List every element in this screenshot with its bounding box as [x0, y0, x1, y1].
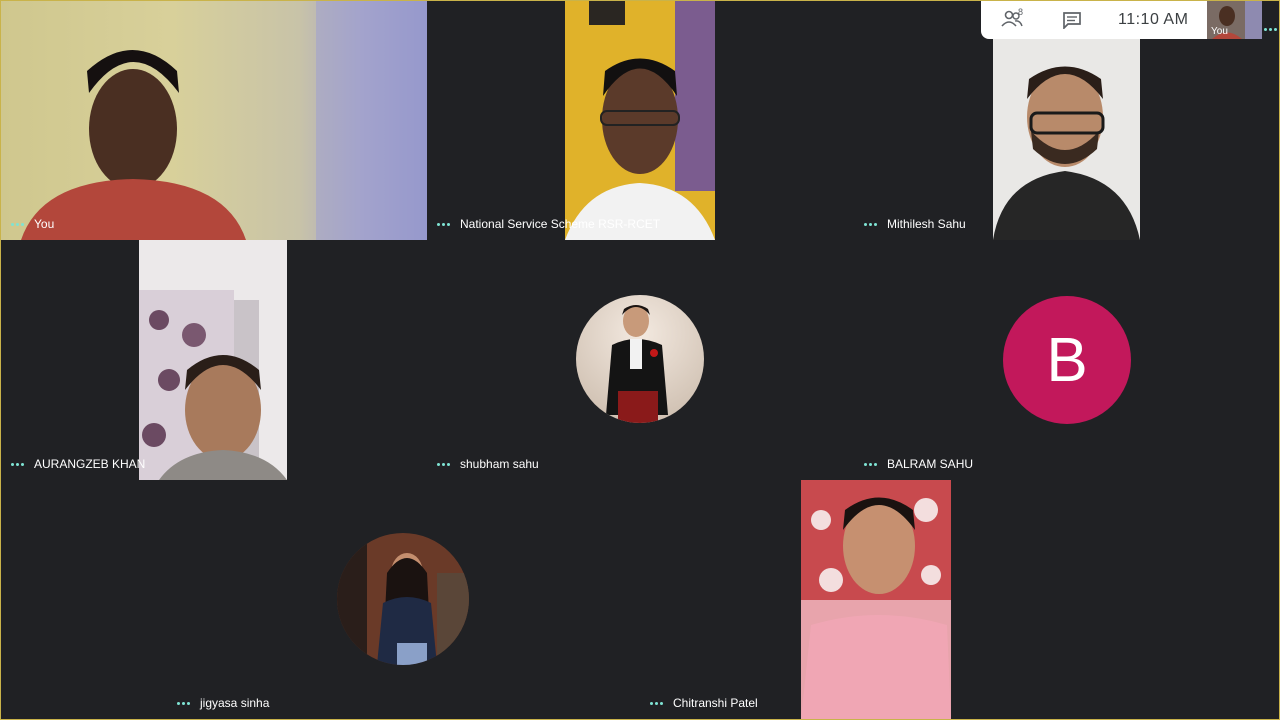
more-options-icon[interactable] — [11, 462, 24, 466]
person-silhouette — [21, 1, 427, 240]
avatar-photo — [337, 533, 469, 665]
participant-label: shubham sahu — [437, 457, 539, 471]
participant-tile-nss[interactable]: National Service Scheme RSR-RCET — [427, 1, 854, 240]
avatar-photo — [576, 295, 704, 423]
participant-label: You — [11, 217, 54, 231]
avatar-initial: B — [1003, 296, 1131, 424]
chat-icon[interactable] — [1062, 11, 1084, 31]
participant-count: 8 — [1018, 7, 1024, 17]
participant-label: Mithilesh Sahu — [864, 217, 966, 231]
participant-label: jigyasa sinha — [177, 696, 269, 710]
participant-tile-chitranshi[interactable]: Chitranshi Patel — [640, 480, 1114, 719]
person-silhouette — [606, 305, 668, 423]
more-options-icon[interactable] — [437, 462, 450, 466]
self-view-label: You — [1211, 26, 1228, 37]
person-silhouette — [565, 1, 715, 240]
meeting-info-bar: 8 11:10 AM — [981, 0, 1207, 39]
person-silhouette — [993, 66, 1140, 240]
participant-label: National Service Scheme RSR-RCET — [437, 217, 660, 231]
person-silhouette — [801, 480, 951, 719]
person-silhouette — [337, 533, 469, 665]
more-options-icon[interactable] — [864, 462, 877, 466]
more-options-icon[interactable] — [437, 222, 450, 226]
more-options-icon[interactable] — [650, 701, 663, 705]
people-icon[interactable]: 8 — [1001, 7, 1024, 29]
video-feed — [801, 480, 951, 719]
more-options-icon[interactable] — [864, 222, 877, 226]
participant-tile-balram[interactable]: B BALRAM SAHU — [854, 240, 1279, 480]
clock: 11:10 AM — [1118, 11, 1189, 28]
participant-tile-you[interactable]: You — [1, 1, 427, 240]
video-feed — [993, 39, 1140, 240]
participant-label: AURANGZEB KHAN — [11, 457, 145, 471]
participant-tile-aurangzeb[interactable]: AURANGZEB KHAN — [1, 240, 427, 480]
video-feed — [1, 1, 427, 240]
more-options-icon[interactable] — [1264, 28, 1277, 31]
self-view-thumbnail[interactable]: You — [1207, 0, 1262, 39]
video-feed — [139, 240, 287, 480]
more-options-icon[interactable] — [177, 701, 190, 705]
participant-label: BALRAM SAHU — [864, 457, 973, 471]
participant-tile-jigyasa[interactable]: jigyasa sinha — [167, 480, 639, 719]
person-silhouette — [139, 290, 287, 480]
video-feed — [565, 1, 715, 240]
more-options-icon[interactable] — [11, 222, 24, 226]
participant-label: Chitranshi Patel — [650, 696, 758, 710]
participant-tile-shubham[interactable]: shubham sahu — [427, 240, 854, 480]
